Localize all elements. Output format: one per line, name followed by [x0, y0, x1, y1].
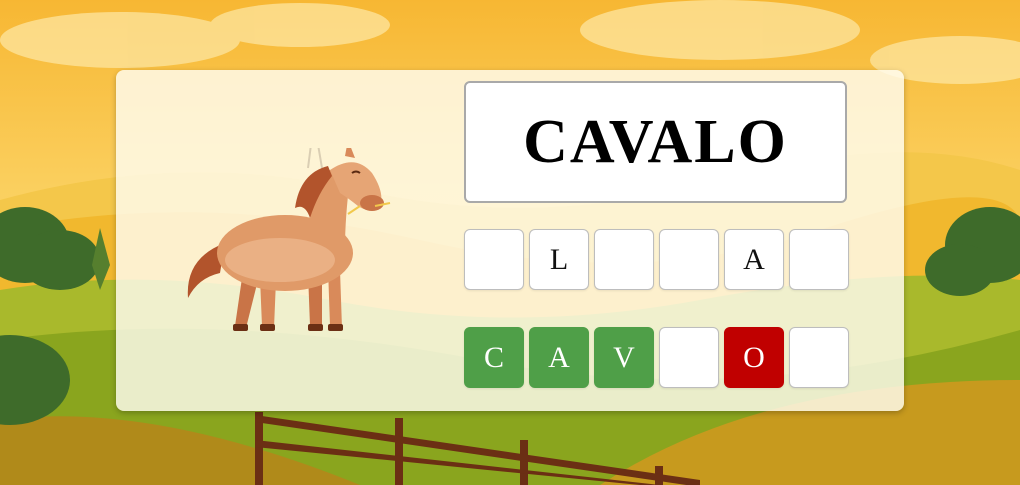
hint-tile	[594, 229, 654, 290]
answer-tile[interactable]: O	[724, 327, 784, 388]
answer-tile[interactable]: V	[594, 327, 654, 388]
hint-tile	[464, 229, 524, 290]
answer-tile[interactable]	[659, 327, 719, 388]
answer-tile[interactable]: C	[464, 327, 524, 388]
answer-row: C A V O	[464, 327, 849, 388]
hint-tile	[789, 229, 849, 290]
target-word: CAVALO	[464, 81, 847, 203]
hint-row: L A	[464, 229, 849, 290]
hint-tile: A	[724, 229, 784, 290]
hint-tile	[659, 229, 719, 290]
hint-tile: L	[529, 229, 589, 290]
answer-tile[interactable]	[789, 327, 849, 388]
horse-picture	[187, 148, 391, 331]
answer-tile[interactable]: A	[529, 327, 589, 388]
